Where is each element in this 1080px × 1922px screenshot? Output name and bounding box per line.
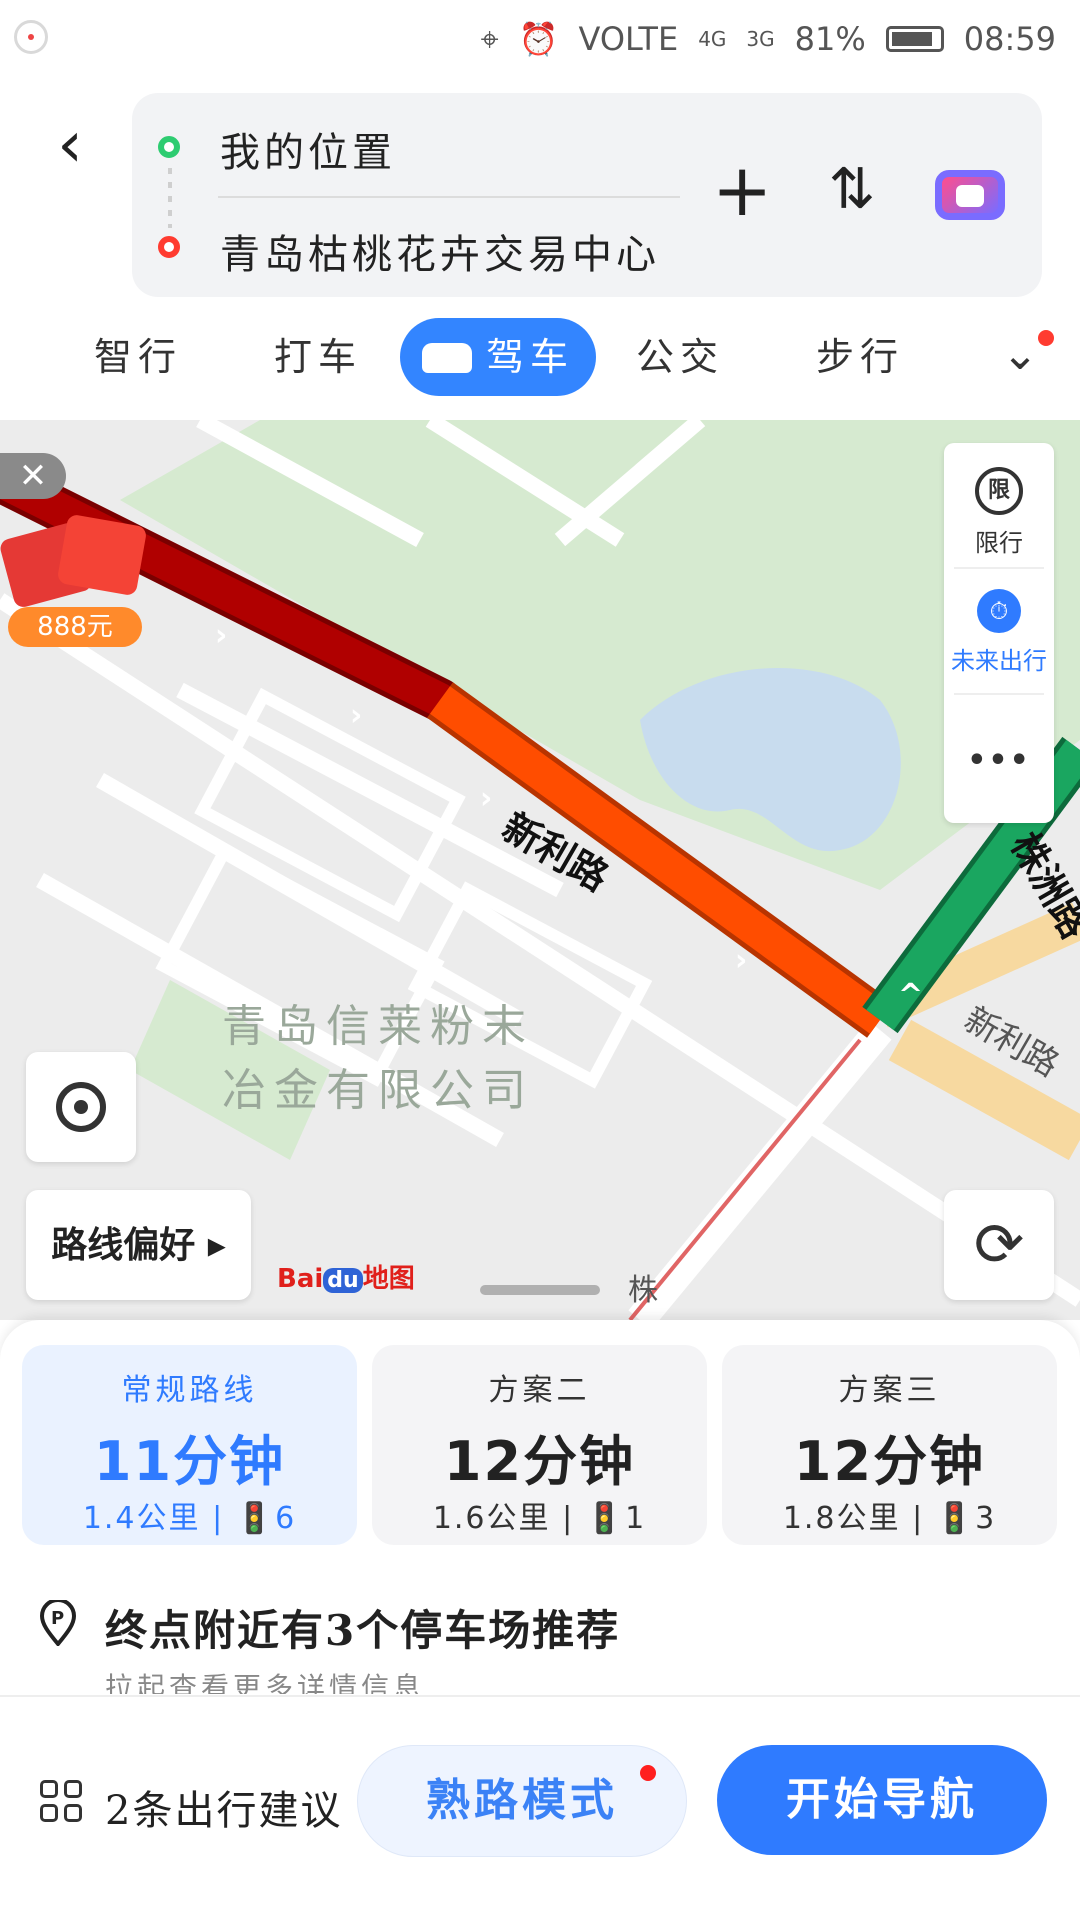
logo-suffix: 地图 (362, 1264, 415, 1294)
tab-drive-label: 驾车 (485, 335, 574, 379)
car-icon (421, 342, 472, 373)
traffic-light-count: 1 (625, 1501, 647, 1536)
map-canvas: › › › › ^ 新利路 株洲路 新利路 株 (0, 420, 1080, 1320)
route-name: 方案三 (838, 1373, 941, 1408)
route-meta: 1.4公里 | 🚦6 (82, 1501, 297, 1536)
future-travel-label: 未来出行 (951, 647, 1047, 675)
battery-percent: 81% (794, 20, 866, 58)
route-meta: 1.6公里 | 🚦1 (432, 1501, 647, 1536)
traffic-light-icon: 🚦 (935, 1501, 976, 1536)
route-duration: 11分钟 (93, 1430, 286, 1493)
poi-label: 青岛信莱粉末冶金有限公司 (222, 1001, 534, 1116)
route-option-3[interactable]: 方案三 12分钟 1.8公里 | 🚦3 (722, 1345, 1057, 1545)
crosshair-dot (74, 1100, 88, 1114)
route-option-2[interactable]: 方案二 12分钟 1.6公里 | 🚦1 (372, 1345, 707, 1545)
more-options-icon[interactable]: ••• (944, 743, 1054, 778)
traffic-light-icon: 🚦 (585, 1501, 626, 1536)
route-preference-button[interactable]: 路线偏好 ▸ (26, 1190, 251, 1300)
grid-cell (40, 1804, 58, 1822)
battery-icon (885, 26, 944, 52)
svg-text:P: P (51, 1608, 64, 1629)
tab-bus[interactable]: 公交 (610, 318, 750, 396)
red-envelope-icon[interactable] (56, 513, 148, 597)
status-icons: ⌖ ⏰ VOLTE 4G 3G 81% 08:59 (481, 14, 1056, 64)
refresh-icon[interactable]: ⟳ (944, 1190, 1054, 1300)
logo-text: Bai (277, 1264, 324, 1294)
new-badge-dot (1038, 330, 1054, 346)
volte-label: VOLTE (578, 20, 679, 58)
map-view[interactable]: › › › › ^ 新利路 株洲路 新利路 株 青岛信莱粉末冶金有限公司 (0, 420, 1080, 1320)
logo-paw: du (323, 1268, 363, 1293)
swap-route-button[interactable]: ⇅ (822, 160, 882, 220)
start-point-icon (158, 136, 180, 158)
divider (218, 196, 680, 198)
start-navigation-button[interactable]: 开始导航 (717, 1745, 1047, 1855)
end-point-icon (158, 236, 180, 258)
route-name: 方案二 (488, 1373, 591, 1408)
svg-text:›: › (735, 943, 747, 978)
clock: 08:59 (963, 20, 1056, 58)
back-button[interactable]: ‹ (40, 113, 100, 177)
sheet-drag-handle[interactable] (480, 1285, 600, 1295)
new-badge-dot (640, 1765, 656, 1781)
location-icon: ⌖ (480, 19, 499, 58)
parking-icon: P (38, 1598, 78, 1648)
stopwatch-icon: ⏱ (977, 589, 1021, 633)
tab-walk[interactable]: 步行 (790, 318, 930, 396)
svg-text:^: ^ (898, 978, 923, 1013)
grid-cell (64, 1780, 82, 1798)
close-reward-button[interactable]: ✕ (0, 453, 66, 499)
grid-cell (64, 1804, 82, 1822)
route-duration: 12分钟 (443, 1430, 636, 1493)
assistant-button[interactable] (935, 170, 1005, 220)
route-distance: 1.6公里 (432, 1501, 551, 1536)
route-meta: 1.8公里 | 🚦3 (782, 1501, 997, 1536)
route-distance: 1.4公里 (82, 1501, 201, 1536)
route-name: 常规路线 (121, 1373, 258, 1408)
status-bar: ⌖ ⏰ VOLTE 4G 3G 81% 08:59 (0, 0, 1080, 80)
route-distance: 1.8公里 (782, 1501, 901, 1536)
tab-drive[interactable]: 驾车 (400, 318, 596, 396)
grid-icon[interactable] (40, 1780, 86, 1826)
signal-3g-icon: 3G (746, 27, 775, 51)
parking-hint: 拉起查看更多详情信息 (105, 1671, 426, 1694)
future-travel-button[interactable]: ⏱ 未来出行 (944, 589, 1054, 676)
notification-icon (14, 20, 48, 54)
transport-mode-tabs: 智行 打车 驾车 公交 步行 (0, 318, 1080, 408)
add-waypoint-button[interactable]: + (712, 154, 772, 226)
traffic-light-count: 3 (975, 1501, 997, 1536)
tab-taxi[interactable]: 打车 (248, 318, 388, 396)
grid-cell (40, 1780, 58, 1798)
route-duration: 12分钟 (793, 1430, 986, 1493)
destination-field[interactable]: 青岛枯桃花卉交易中心 (220, 222, 660, 280)
svg-text:›: › (480, 781, 492, 816)
divider (954, 693, 1044, 695)
restriction-icon: 限 (975, 467, 1023, 515)
traffic-light-count: 6 (275, 1501, 297, 1536)
familiar-route-mode-button[interactable]: 熟路模式 (357, 1745, 687, 1857)
divider (954, 567, 1044, 569)
tab-smart[interactable]: 智行 (68, 318, 208, 396)
traffic-restriction-button[interactable]: 限 限行 (944, 467, 1054, 558)
route-option-1[interactable]: 常规路线 11分钟 1.4公里 | 🚦6 (22, 1345, 357, 1545)
restriction-label: 限行 (975, 529, 1023, 557)
reward-amount-badge[interactable]: 888元 (8, 607, 142, 647)
baidu-map-logo: Bai du 地图 (277, 1258, 415, 1295)
start-location-field[interactable]: 我的位置 (220, 120, 396, 178)
signal-4g-icon: 4G (698, 27, 727, 51)
alarm-icon: ⏰ (518, 20, 559, 58)
svg-text:›: › (215, 618, 227, 653)
map-side-panel: 限 限行 ⏱ 未来出行 ••• (944, 443, 1054, 823)
traffic-light-icon: 🚦 (235, 1501, 276, 1536)
road-label-zhu: 株 (628, 1273, 658, 1308)
locate-me-button[interactable] (26, 1052, 136, 1162)
parking-recommendation[interactable]: 终点附近有3个停车场推荐 (105, 1597, 620, 1658)
route-connector (168, 168, 172, 228)
svg-text:›: › (350, 698, 362, 733)
travel-suggestions-link[interactable]: 2条出行建议 (105, 1778, 342, 1836)
